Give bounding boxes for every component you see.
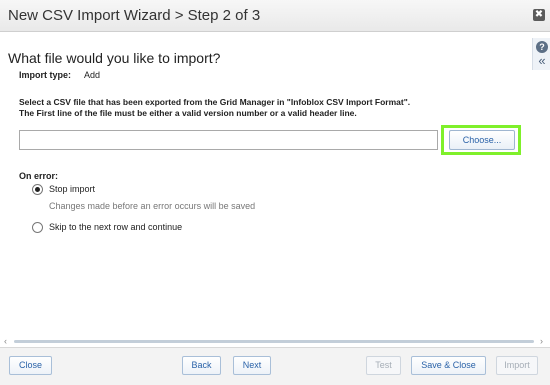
import-type-label: Import type: xyxy=(19,70,72,80)
test-button[interactable]: Test xyxy=(366,356,401,375)
page-heading: What file would you like to import? xyxy=(8,50,221,66)
scrollbar-thumb[interactable] xyxy=(14,340,534,343)
instruction-line-2: The First line of the file must be eithe… xyxy=(19,108,357,118)
import-button[interactable]: Import xyxy=(496,356,538,375)
scroll-right-icon[interactable]: › xyxy=(540,336,543,346)
footer-bar: Close Back Next Test Save & Close Import xyxy=(0,347,550,385)
close-button[interactable]: Close xyxy=(9,356,52,375)
skip-row-radio[interactable] xyxy=(32,222,43,233)
stop-import-radio[interactable] xyxy=(32,184,43,195)
side-toolbar: ? « xyxy=(532,38,550,70)
stop-import-hint: Changes made before an error occurs will… xyxy=(49,201,256,211)
choose-file-button[interactable]: Choose... xyxy=(449,130,515,150)
import-type-value: Add xyxy=(84,70,101,80)
skip-row-label[interactable]: Skip to the next row and continue xyxy=(49,222,182,232)
save-close-button[interactable]: Save & Close xyxy=(411,356,486,375)
back-button[interactable]: Back xyxy=(182,356,221,375)
scroll-left-icon[interactable]: ‹ xyxy=(4,336,7,346)
instruction-line-1: Select a CSV file that has been exported… xyxy=(19,97,411,107)
close-icon[interactable]: ✖ xyxy=(533,9,545,21)
window-title: New CSV Import Wizard > Step 2 of 3 xyxy=(8,7,261,24)
collapse-icon[interactable]: « xyxy=(536,54,548,67)
instruction-text: Select a CSV file that has been exported… xyxy=(19,97,489,119)
file-path-input[interactable] xyxy=(19,130,438,150)
next-button[interactable]: Next xyxy=(233,356,271,375)
horizontal-scrollbar[interactable]: ‹ › xyxy=(0,336,550,346)
title-bar: New CSV Import Wizard > Step 2 of 3 ✖ xyxy=(0,0,550,32)
on-error-label: On error: xyxy=(19,171,59,181)
stop-import-label[interactable]: Stop import xyxy=(49,184,95,194)
help-icon[interactable]: ? xyxy=(536,41,548,53)
